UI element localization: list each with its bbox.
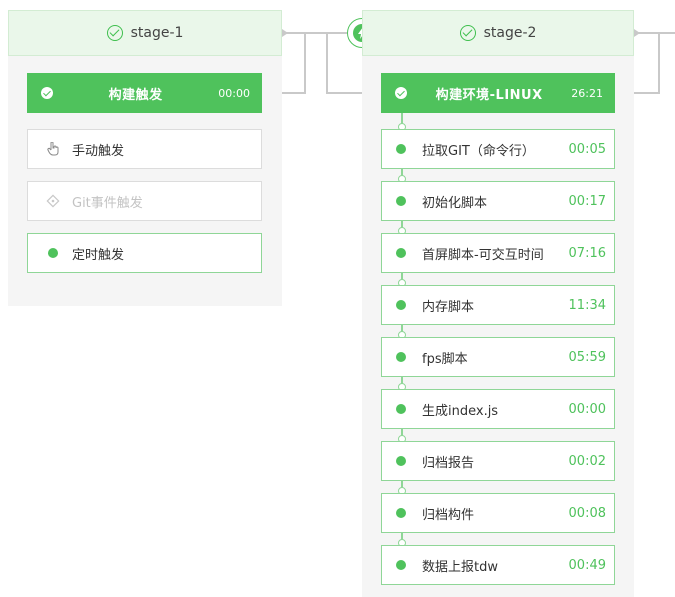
task-label: 初始化脚本 bbox=[422, 195, 488, 211]
connector-line bbox=[282, 32, 347, 34]
task-label: 生成index.js bbox=[422, 403, 499, 419]
hand-pointer-icon bbox=[46, 142, 60, 156]
job-label: 构建触发 bbox=[108, 87, 163, 103]
check-icon bbox=[41, 87, 53, 99]
stage-1-header[interactable]: stage-1 bbox=[8, 10, 282, 56]
status-dot bbox=[396, 508, 406, 518]
task-label: 内存脚本 bbox=[422, 299, 475, 315]
status-dot bbox=[396, 560, 406, 570]
check-circle-icon bbox=[459, 25, 476, 41]
job-time: 00:00 bbox=[218, 86, 250, 100]
connector-line bbox=[304, 32, 306, 94]
task-time: 05:59 bbox=[568, 349, 606, 365]
task-time: 00:00 bbox=[568, 401, 606, 417]
connector-line bbox=[658, 32, 660, 94]
connector-line bbox=[634, 32, 675, 34]
job-build-env-linux[interactable]: 构建环境-LINUX 26:21 bbox=[381, 73, 615, 113]
job-time: 26:21 bbox=[571, 86, 603, 100]
check-circle-icon bbox=[106, 25, 123, 41]
stage-2-column: stage-2 构建环境-LINUX 26:21 拉取GIT（命令行） 00:0… bbox=[362, 10, 634, 597]
trigger-label: Git事件触发 bbox=[72, 195, 143, 211]
status-dot bbox=[46, 246, 60, 260]
task-label: 拉取GIT（命令行） bbox=[422, 143, 535, 159]
task-time: 00:17 bbox=[568, 193, 606, 209]
stage-title: stage-1 bbox=[130, 25, 184, 41]
task-item[interactable]: 数据上报tdw 00:49 bbox=[381, 545, 615, 585]
stage-2-header[interactable]: stage-2 bbox=[362, 10, 634, 56]
task-item[interactable]: 归档报告 00:02 bbox=[381, 441, 615, 481]
task-label: 首屏脚本-可交互时间 bbox=[422, 247, 544, 263]
task-time: 07:16 bbox=[568, 245, 606, 261]
arrow-right-icon bbox=[282, 29, 288, 37]
task-time: 00:08 bbox=[568, 505, 606, 521]
task-time: 00:05 bbox=[568, 141, 606, 157]
task-label: fps脚本 bbox=[422, 351, 468, 367]
task-item[interactable]: fps脚本 05:59 bbox=[381, 337, 615, 377]
check-icon bbox=[395, 87, 407, 99]
task-time: 00:49 bbox=[568, 557, 606, 573]
task-time: 00:02 bbox=[568, 453, 606, 469]
task-item[interactable]: 生成index.js 00:00 bbox=[381, 389, 615, 429]
status-dot bbox=[396, 248, 406, 258]
trigger-git-event[interactable]: Git事件触发 bbox=[27, 181, 262, 221]
trigger-timer[interactable]: 定时触发 bbox=[27, 233, 262, 273]
status-dot bbox=[396, 300, 406, 310]
task-item[interactable]: 归档构件 00:08 bbox=[381, 493, 615, 533]
status-dot bbox=[396, 404, 406, 414]
task-label: 数据上报tdw bbox=[422, 559, 498, 575]
stage-title: stage-2 bbox=[483, 25, 537, 41]
task-item[interactable]: 初始化脚本 00:17 bbox=[381, 181, 615, 221]
status-dot bbox=[396, 456, 406, 466]
job-build-trigger[interactable]: 构建触发 00:00 bbox=[27, 73, 262, 113]
task-item[interactable]: 内存脚本 11:34 bbox=[381, 285, 615, 325]
status-dot bbox=[396, 196, 406, 206]
trigger-label: 手动触发 bbox=[72, 143, 125, 159]
git-icon bbox=[46, 194, 60, 208]
trigger-manual[interactable]: 手动触发 bbox=[27, 129, 262, 169]
task-label: 归档构件 bbox=[422, 507, 475, 523]
status-dot bbox=[396, 144, 406, 154]
job-label: 构建环境-LINUX bbox=[435, 87, 543, 103]
status-dot bbox=[396, 352, 406, 362]
task-item[interactable]: 拉取GIT（命令行） 00:05 bbox=[381, 129, 615, 169]
connector-line bbox=[326, 32, 328, 94]
stage-1-column: stage-1 构建触发 00:00 手动触发 Git事件触发 定时触发 bbox=[8, 10, 282, 306]
task-label: 归档报告 bbox=[422, 455, 475, 471]
task-time: 11:34 bbox=[568, 297, 606, 313]
arrow-right-icon bbox=[634, 29, 640, 37]
trigger-label: 定时触发 bbox=[72, 247, 125, 263]
task-item[interactable]: 首屏脚本-可交互时间 07:16 bbox=[381, 233, 615, 273]
